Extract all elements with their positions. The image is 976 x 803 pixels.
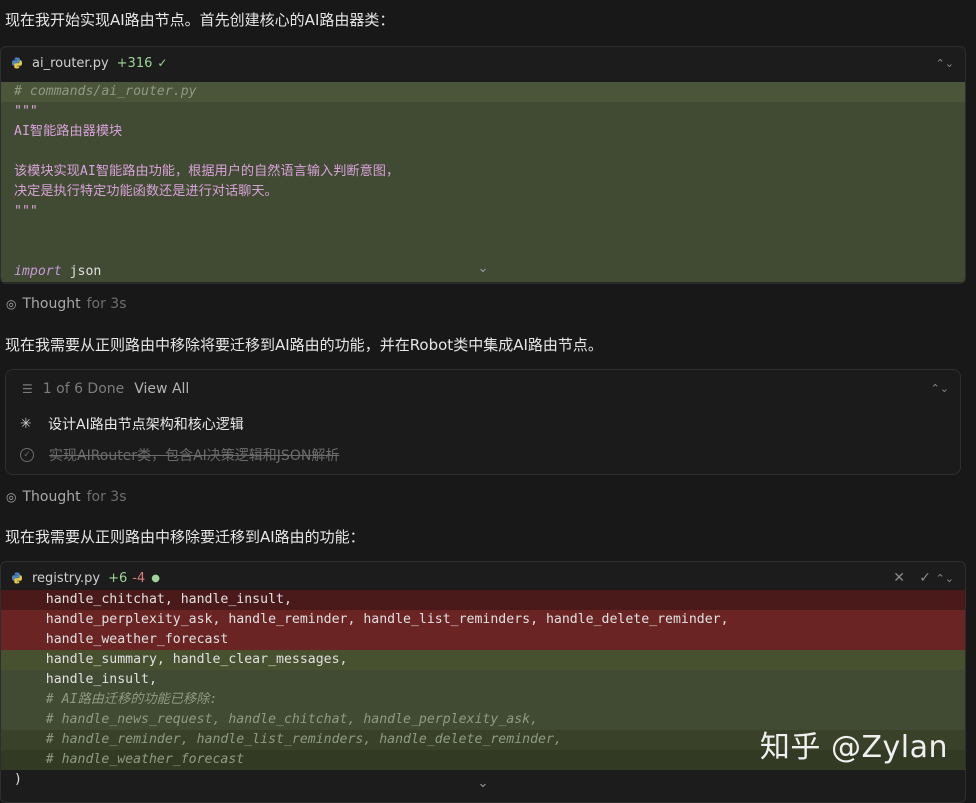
- applied-check-icon: ✓: [157, 56, 168, 70]
- code-line-added: # AI路由迁移的功能已移除:: [1, 690, 965, 710]
- file-name: registry.py: [32, 570, 101, 586]
- file-edit-card-ai-router: ai_router.py +316 ✓ ⌃⌄ # commands/ai_rou…: [0, 46, 966, 284]
- todo-card: ☰ 1 of 6 Done View All ⌃⌄ ✳ 设计AI路由节点架构和核…: [5, 369, 961, 475]
- spinner-icon: ✳: [20, 415, 32, 432]
- thought-icon: ◎: [6, 490, 17, 504]
- expand-collapse-icon[interactable]: ⌃⌄: [931, 382, 949, 395]
- todo-progress: 1 of 6 Done: [42, 381, 125, 397]
- code-line-removed: handle_weather_forecast: [1, 630, 965, 650]
- done-check-icon: ✓: [20, 447, 34, 462]
- file-edit-card-registry: registry.py +6 -4 ● ✕ ✓ ⌃⌄ handle_chitch…: [0, 561, 966, 803]
- code-line-added: handle_insult,: [1, 670, 965, 690]
- accept-button[interactable]: ✓: [919, 570, 931, 586]
- unsaved-dot-icon: ●: [151, 572, 160, 584]
- todo-label: 实现AIRouter类，包含AI决策逻辑和JSON解析: [49, 447, 340, 464]
- code-line-removed: handle_perplexity_ask, handle_reminder, …: [1, 610, 965, 630]
- code-line: """: [1, 102, 965, 122]
- list-icon: ☰: [22, 382, 33, 396]
- thought-indicator[interactable]: ◎ Thought for 3s: [6, 489, 127, 505]
- watermark: 知乎 @Zylan: [759, 730, 948, 765]
- thought-icon: ◎: [6, 297, 17, 311]
- code-line: [1, 222, 965, 242]
- thought-label: Thought: [22, 296, 81, 312]
- todo-header: ☰ 1 of 6 Done View All ⌃⌄: [6, 370, 960, 408]
- thought-indicator[interactable]: ◎ Thought for 3s: [6, 296, 127, 312]
- python-file-icon: [12, 572, 22, 584]
- todo-item: ✳ 设计AI路由节点架构和核心逻辑: [6, 408, 960, 439]
- file-header[interactable]: ai_router.py +316 ✓ ⌃⌄: [1, 47, 965, 79]
- expand-chevron-icon[interactable]: ⌄: [1, 776, 965, 791]
- python-file-icon: [12, 57, 22, 69]
- todo-item: ✓ 实现AIRouter类，包含AI决策逻辑和JSON解析: [6, 439, 960, 470]
- code-line: 该模块实现AI智能路由功能，根据用户的自然语言输入判断意图，: [1, 162, 965, 182]
- code-line: [1, 142, 965, 162]
- file-name: ai_router.py: [32, 55, 109, 71]
- code-line: import logging: [1, 282, 965, 283]
- assistant-message: 现在我需要从正则路由中移除将要迁移到AI路由的功能，并在Robot类中集成AI路…: [5, 336, 603, 354]
- assistant-message: 现在我开始实现AI路由节点。首先创建核心的AI路由器类：: [5, 11, 395, 29]
- expand-collapse-icon[interactable]: ⌃⌄: [936, 57, 954, 70]
- thought-duration: for 3s: [86, 296, 127, 312]
- thought-label: Thought: [22, 489, 81, 505]
- assistant-message: 现在我需要从正则路由中移除要迁移到AI路由的功能：: [5, 528, 365, 546]
- code-diff: # commands/ai_router.py """ AI智能路由器模块 该模…: [1, 82, 965, 283]
- deletions-count: -4: [132, 570, 146, 586]
- code-line: 决定是执行特定功能函数还是进行对话聊天。: [1, 182, 965, 202]
- code-line: # commands/ai_router.py: [1, 82, 965, 102]
- code-line: [1, 242, 965, 262]
- expand-collapse-icon[interactable]: ⌃⌄: [936, 572, 954, 585]
- code-line: AI智能路由器模块: [1, 122, 965, 142]
- additions-count: +6: [108, 570, 128, 586]
- thought-duration: for 3s: [86, 489, 127, 505]
- expand-chevron-icon[interactable]: ⌄: [1, 261, 965, 276]
- view-all-link[interactable]: View All: [134, 381, 189, 397]
- code-line-added: handle_summary, handle_clear_messages,: [1, 650, 965, 670]
- code-line: """: [1, 202, 965, 222]
- additions-count: +316: [116, 55, 153, 71]
- reject-button[interactable]: ✕: [893, 570, 905, 586]
- todo-label: 设计AI路由节点架构和核心逻辑: [48, 416, 244, 433]
- code-line-removed: handle_chitchat, handle_insult,: [1, 590, 965, 610]
